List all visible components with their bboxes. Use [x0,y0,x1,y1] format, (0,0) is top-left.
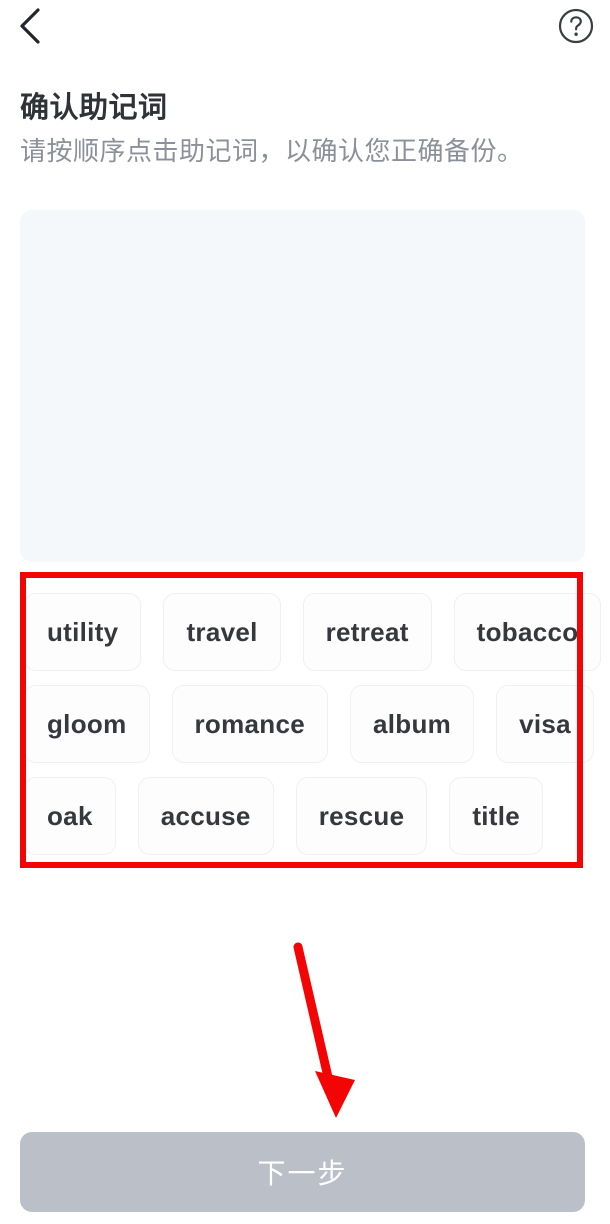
word-bank: utility travel retreat tobacco gloom rom… [20,578,602,866]
page-subtitle: 请按顺序点击助记词，以确认您正确备份。 [20,136,524,166]
word-chip[interactable]: romance [171,685,328,763]
word-chip[interactable]: oak [24,777,116,855]
word-chip[interactable]: accuse [137,777,274,855]
word-chip[interactable]: utility [24,593,142,671]
word-bank-row: gloom romance album visa [24,678,594,770]
word-chip[interactable]: title [449,777,544,855]
annotation-arrow-icon [270,930,390,1130]
word-chip[interactable]: travel [163,593,281,671]
word-chip[interactable]: rescue [295,777,428,855]
question-circle-icon [557,7,595,50]
word-bank-row: utility travel retreat tobacco [24,586,602,678]
word-chip[interactable]: gloom [24,685,150,763]
top-navigation-bar [0,0,610,62]
next-step-button[interactable]: 下一步 [20,1132,585,1212]
selected-words-panel[interactable] [20,210,585,562]
page-title: 确认助记词 [20,92,168,124]
word-chip[interactable]: visa [496,685,594,763]
word-chip[interactable]: tobacco [453,593,602,671]
back-button[interactable] [6,4,54,52]
word-bank-row: oak accuse rescue title [24,770,581,862]
word-chip[interactable]: album [349,685,475,763]
chevron-left-icon [16,6,44,51]
help-button[interactable] [554,6,598,50]
word-chip[interactable]: retreat [302,593,432,671]
